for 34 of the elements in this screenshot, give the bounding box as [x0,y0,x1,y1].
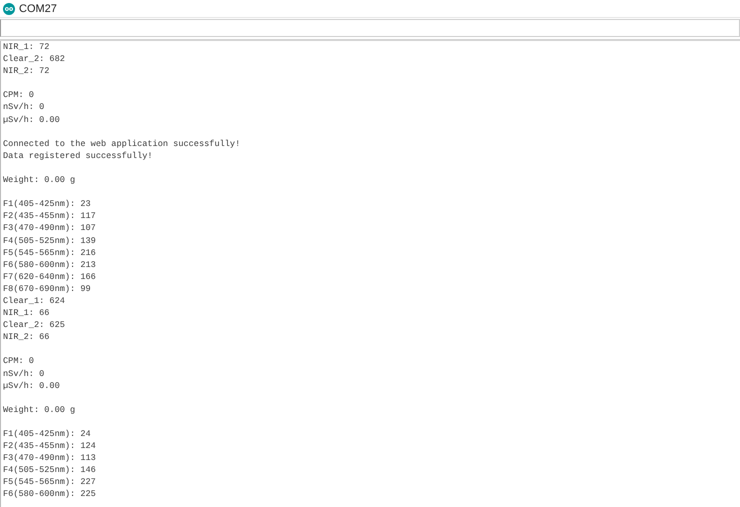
output-line: NIR_2: 72 [3,65,50,78]
output-line: NIR_1: 66 [3,307,50,320]
output-line: F3(470-490nm): 113 [3,452,97,464]
output-line: F2(435-455nm): 117 [3,210,97,222]
output-line: Clear_2: 682 [3,53,66,66]
output-line: F5(545-565nm): 216 [3,246,97,259]
output-line: Clear_2: 625 [3,319,66,332]
output-line: F1(405-425nm): 23 [3,198,92,210]
window-title: COM27 [19,2,57,14]
output-line: µSv/h: 0.00 [3,380,61,392]
output-line: Weight: 0.00 g [3,174,76,186]
output-line: Clear_1: 624 [3,294,66,308]
output-line: Connected to the web application successfully! [3,138,242,150]
output-line: Weight: 0.00 g [3,404,76,416]
output-line: nSv/h: 0 [3,368,46,380]
output-line: µSv/h: 0.00 [3,114,61,126]
output-line: CPM: 0 [3,89,35,102]
input-field[interactable] [0,19,740,37]
output-line: Data registered successfully! [3,150,154,162]
app-logo-icon [3,2,15,14]
output-line: F3(470-490nm): 107 [3,222,97,234]
output-line: F6(580-600nm): 213 [3,258,97,271]
output-line: CPM: 0 [3,355,35,368]
output-line: F5(545-565nm): 227 [3,476,97,488]
output-line: F2(435-455nm): 124 [3,440,97,452]
output-line: F1(405-425nm): 24 [3,428,92,440]
output-line: F8(670-690nm): 99 [3,282,92,295]
output-line: F4(505-525nm): 139 [3,234,97,247]
output-line: F4(505-525nm): 146 [3,464,97,476]
output-line: F6(580-600nm): 225 [3,488,97,501]
output-line: NIR_1: 72 [3,41,50,54]
output-line: F7(620-640nm): 166 [3,270,97,283]
output-line: NIR_2: 66 [3,331,50,344]
output-line: nSv/h: 0 [3,101,46,114]
